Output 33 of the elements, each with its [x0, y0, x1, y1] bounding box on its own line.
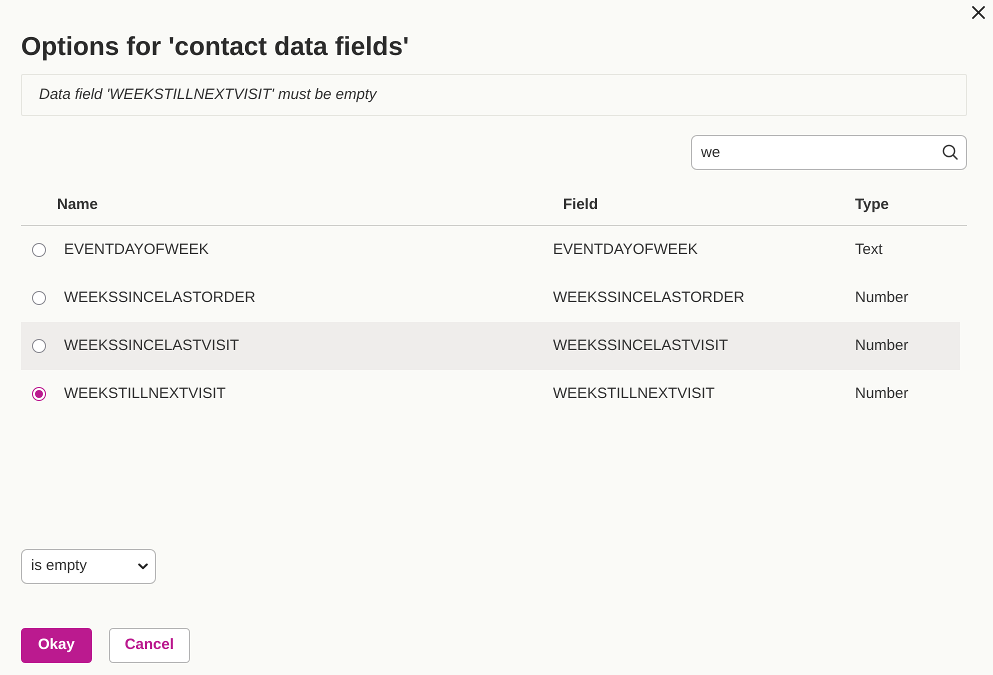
table-cell: Number — [855, 384, 908, 402]
info-message: Data field 'WEEKSTILLNEXTVISIT' must be empty — [21, 74, 967, 116]
table-cell: Number — [855, 336, 908, 354]
radio-button[interactable] — [32, 291, 46, 305]
column-header: Type — [855, 194, 890, 215]
okay-button[interactable]: Okay — [21, 628, 92, 663]
search-icon — [942, 144, 958, 160]
table-row[interactable]: EVENTDAYOFWEEK EVENTDAYOFWEEK Text — [21, 226, 960, 274]
table-cell: WEEKSTILLNEXTVISIT — [64, 384, 226, 402]
table-cell: EVENTDAYOFWEEK — [64, 240, 209, 258]
cancel-button[interactable]: Cancel — [108, 628, 190, 663]
table-cell: Text — [855, 240, 883, 258]
search-field[interactable]: we — [691, 135, 967, 170]
radio-button[interactable] — [32, 243, 46, 257]
column-header: Field — [562, 194, 600, 215]
table-row[interactable]: WEEKSSINCELASTORDER WEEKSSINCELASTORDER Number — [21, 274, 960, 322]
table-cell: WEEKSSINCELASTORDER — [64, 288, 256, 306]
table-cell: EVENTDAYOFWEEK — [553, 240, 698, 258]
column-header: Name — [56, 194, 99, 215]
table-cell: WEEKSSINCELASTVISIT — [553, 336, 728, 354]
close-button[interactable] — [972, 6, 985, 19]
close-icon — [972, 6, 985, 19]
table-cell: WEEKSSINCELASTORDER — [553, 288, 744, 306]
table-cell: WEEKSSINCELASTVISIT — [64, 336, 240, 354]
table-cell: WEEKSTILLNEXTVISIT — [553, 384, 715, 402]
dialog-title: Options for 'contact data fields' — [21, 30, 410, 62]
condition-dropdown[interactable]: is empty — [21, 549, 156, 584]
table-row[interactable]: WEEKSTILLNEXTVISIT WEEKSTILLNEXTVISIT Number — [21, 370, 960, 418]
chevron-down-icon — [138, 563, 148, 570]
table-cell: Number — [855, 288, 908, 306]
radio-button[interactable] — [32, 339, 46, 353]
table-row[interactable]: WEEKSSINCELASTVISIT WEEKSSINCELASTVISIT Number — [21, 322, 960, 370]
radio-button[interactable] — [32, 387, 46, 401]
